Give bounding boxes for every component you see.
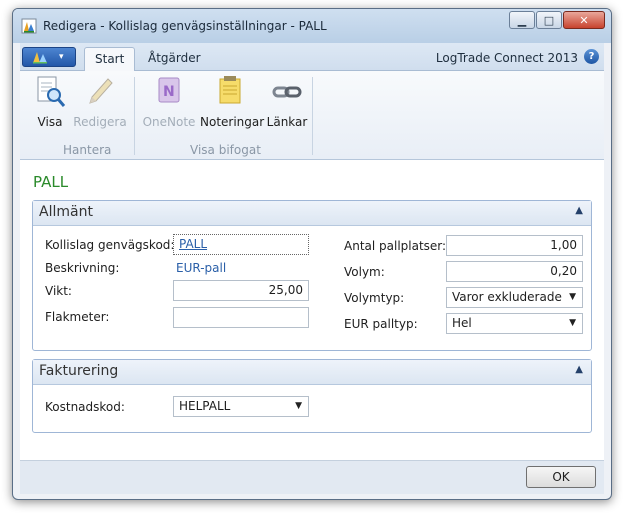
kostnadskod-value: HELPALL — [179, 399, 231, 413]
close-button[interactable]: ✕ — [563, 11, 605, 29]
notes-icon — [219, 76, 241, 104]
view-page-icon — [37, 76, 66, 107]
tab-atgarder[interactable]: Åtgärder — [138, 47, 211, 70]
dropdown-arrow-icon[interactable]: ▼ — [295, 397, 302, 416]
application-menu-button[interactable]: ▾ — [22, 47, 76, 67]
flakmeter-field[interactable] — [173, 307, 309, 328]
beskrivning-label: Beskrivning: — [45, 261, 120, 275]
help-icon[interactable]: ? — [584, 49, 599, 64]
product-name: LogTrade Connect 2013 — [435, 51, 578, 65]
minimize-button[interactable]: ▁ — [509, 11, 535, 29]
redigera-button[interactable]: Redigera — [72, 75, 128, 129]
dialog-window: Redigera - Kollislag genvägsinställninga… — [12, 8, 612, 500]
volym-field[interactable]: 0,20 — [446, 261, 583, 282]
chevron-up-icon[interactable]: ▲ — [575, 364, 583, 375]
edit-pencil-icon — [89, 78, 113, 104]
allmant-title: Allmänt — [39, 204, 93, 220]
fakturering-header[interactable]: Fakturering ▲ — [33, 360, 591, 385]
group-label-hantera: Hantera — [63, 143, 112, 157]
antal-pallplatser-field[interactable]: 1,00 — [446, 235, 583, 256]
volym-label: Volym: — [344, 265, 385, 279]
vikt-field[interactable]: 25,00 — [173, 280, 309, 301]
maximize-button[interactable]: □ — [536, 11, 562, 29]
antal-pallplatser-label: Antal pallplatser: — [344, 239, 447, 253]
visa-label: Visa — [37, 115, 63, 129]
links-icon — [272, 86, 302, 98]
ribbon-separator — [312, 77, 313, 155]
noteringar-label: Noteringar — [200, 115, 265, 129]
vikt-label: Vikt: — [45, 284, 72, 298]
kostnadskod-label: Kostnadskod: — [45, 400, 125, 414]
eur-palltyp-label: EUR palltyp: — [344, 317, 418, 331]
kollislag-field[interactable]: PALL — [173, 234, 309, 255]
chevron-up-icon[interactable]: ▲ — [575, 205, 583, 216]
app-logo-icon — [21, 18, 37, 34]
volymtyp-label: Volymtyp: — [344, 291, 405, 305]
dropdown-arrow-icon[interactable]: ▼ — [569, 314, 576, 333]
volymtyp-value: Varor exkluderade — [452, 290, 562, 304]
noteringar-button[interactable]: Noteringar — [200, 75, 265, 129]
kollislag-label: Kollislag genvägskod: — [45, 238, 175, 252]
fakturering-title: Fakturering — [39, 363, 119, 379]
flakmeter-label: Flakmeter: — [45, 310, 110, 324]
onenote-button[interactable]: N OneNote — [142, 75, 196, 129]
kollislag-value[interactable]: PALL — [179, 237, 207, 251]
app-menu-logo-icon — [33, 52, 47, 64]
lankar-button[interactable]: Länkar — [266, 75, 308, 129]
ribbon-separator — [134, 77, 135, 155]
redigera-label: Redigera — [73, 115, 127, 129]
ribbon: Visa Redigera N OneNote Noteringar Länka… — [20, 71, 604, 160]
chevron-down-icon: ▾ — [59, 52, 64, 62]
dropdown-arrow-icon[interactable]: ▼ — [569, 288, 576, 307]
eur-palltyp-select[interactable]: Hel ▼ — [446, 313, 583, 334]
tab-start[interactable]: Start — [84, 47, 136, 71]
lankar-label: Länkar — [266, 115, 308, 129]
group-label-visa-bifogat: Visa bifogat — [190, 143, 261, 157]
title-bar[interactable]: Redigera - Kollislag genvägsinställninga… — [13, 9, 611, 43]
eur-palltyp-value: Hel — [452, 316, 472, 330]
kostnadskod-select[interactable]: HELPALL ▼ — [173, 396, 309, 417]
onenote-label: OneNote — [142, 115, 196, 129]
window-title: Redigera - Kollislag genvägsinställninga… — [43, 19, 327, 33]
allmant-header[interactable]: Allmänt ▲ — [33, 201, 591, 226]
ribbon-tab-bar: ▾ Start Åtgärder LogTrade Connect 2013 ? — [20, 43, 604, 71]
onenote-icon: N — [158, 77, 180, 103]
page-title: PALL — [33, 173, 69, 191]
allmant-section: Allmänt ▲ Kollislag genvägskod: PALL Bes… — [32, 200, 592, 351]
visa-button[interactable]: Visa — [34, 75, 66, 129]
volymtyp-select[interactable]: Varor exkluderade ▼ — [446, 287, 583, 308]
ok-button[interactable]: OK — [526, 466, 596, 488]
svg-text:N: N — [163, 84, 175, 100]
main-content: PALL Allmänt ▲ Kollislag genvägskod: PAL… — [20, 160, 604, 460]
dialog-footer: OK — [20, 460, 604, 494]
fakturering-section: Fakturering ▲ Kostnadskod: HELPALL ▼ — [32, 359, 592, 433]
beskrivning-value[interactable]: EUR-pall — [176, 261, 226, 275]
